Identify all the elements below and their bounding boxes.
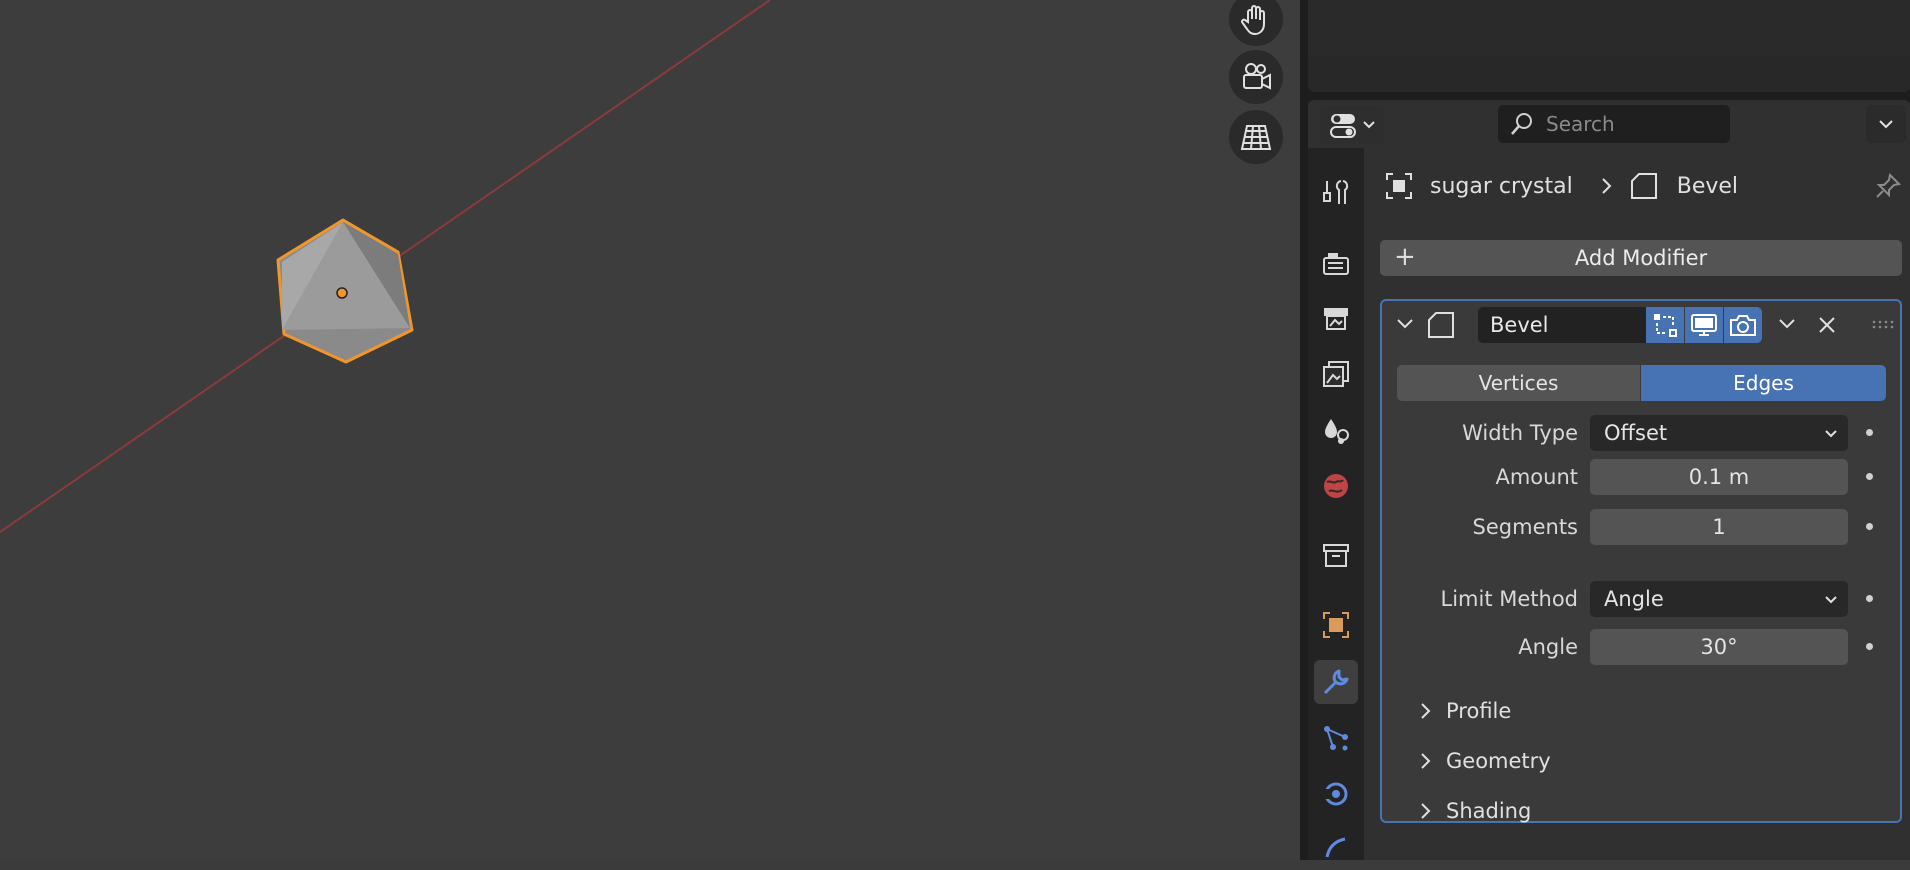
modifier-name-field[interactable]: Bevel: [1478, 307, 1646, 343]
shading-label: Shading: [1446, 799, 1532, 823]
modifier-properties: sugar crystal Bevel + Add Modifier Bevel: [1364, 148, 1910, 860]
affect-vertices-button[interactable]: Vertices: [1397, 365, 1640, 401]
chevron-right-icon: [1602, 178, 1612, 194]
properties-tabs: [1308, 148, 1364, 860]
outliner-area: [1308, 0, 1910, 92]
amount-field[interactable]: 0.1 m: [1590, 459, 1848, 495]
collapse-chevron-icon[interactable]: [1396, 318, 1414, 330]
edit-mode-icon: [1654, 314, 1677, 337]
geometry-subpanel[interactable]: Geometry: [1420, 743, 1551, 779]
keyframe-dot[interactable]: [1866, 429, 1873, 436]
viewport-scene: [0, 0, 771, 533]
constraints-icon[interactable]: [1314, 826, 1358, 870]
view-layer-icon[interactable]: [1314, 352, 1358, 396]
area-divider[interactable]: [1300, 0, 1308, 860]
bevel-modifier-icon: [1630, 173, 1657, 199]
properties-editor: sugar crystal Bevel + Add Modifier Bevel: [1308, 0, 1910, 860]
segments-field[interactable]: 1: [1590, 509, 1848, 545]
world-icon[interactable]: [1314, 464, 1358, 508]
grid-icon[interactable]: [1229, 110, 1283, 164]
camera-icon[interactable]: [1229, 50, 1283, 104]
origin-point: [336, 287, 348, 299]
profile-label: Profile: [1446, 699, 1512, 723]
breadcrumb-object-name: sugar crystal: [1430, 173, 1573, 199]
collection-icon[interactable]: [1314, 533, 1358, 577]
object-icon[interactable]: [1314, 603, 1358, 647]
amount-label: Amount: [1495, 465, 1578, 489]
width-type-dropdown[interactable]: Offset: [1590, 415, 1848, 451]
object-icon: [1386, 173, 1412, 199]
search-icon: [1511, 113, 1532, 135]
render-toggle[interactable]: [1724, 307, 1762, 343]
output-icon[interactable]: [1314, 296, 1358, 340]
affect-edges-button[interactable]: Edges: [1641, 365, 1886, 401]
shading-subpanel[interactable]: Shading: [1420, 793, 1531, 829]
chevron-down-icon[interactable]: [1778, 318, 1796, 330]
sugar-crystal-object[interactable]: [276, 218, 414, 364]
3d-viewport[interactable]: [0, 0, 1300, 860]
width-type-value: Offset: [1604, 421, 1668, 445]
angle-field[interactable]: 30°: [1590, 629, 1848, 665]
limit-method-label: Limit Method: [1440, 587, 1579, 611]
edit-mode-toggle[interactable]: [1646, 307, 1684, 343]
plus-icon: +: [1394, 242, 1416, 272]
search-input[interactable]: [1544, 111, 1708, 137]
monitor-icon: [1691, 314, 1717, 336]
keyframe-dot[interactable]: [1866, 595, 1873, 602]
chevron-down-icon: [1879, 119, 1893, 128]
tool-icon[interactable]: [1314, 170, 1358, 214]
viewport-toggle[interactable]: [1685, 307, 1723, 343]
chevron-down-icon: [1363, 121, 1375, 129]
profile-subpanel[interactable]: Profile: [1420, 693, 1511, 729]
options-dropdown-button[interactable]: [1866, 105, 1906, 143]
close-icon[interactable]: [1818, 316, 1836, 334]
chevron-down-icon: [1825, 430, 1837, 438]
search-field[interactable]: [1498, 105, 1730, 143]
chevron-right-icon: [1421, 753, 1431, 769]
render-icon[interactable]: [1314, 241, 1358, 285]
add-modifier-label: Add Modifier: [1574, 246, 1708, 270]
breadcrumb: sugar crystal Bevel: [1364, 148, 1910, 224]
toggle-icon: [1330, 114, 1356, 138]
keyframe-dot[interactable]: [1866, 523, 1873, 530]
segments-label: Segments: [1472, 515, 1578, 539]
pin-icon[interactable]: [1874, 172, 1902, 200]
bevel-modifier-icon: [1428, 312, 1454, 338]
limit-method-value: Angle: [1604, 587, 1664, 611]
limit-method-dropdown[interactable]: Angle: [1590, 581, 1848, 617]
properties-header: [1308, 100, 1910, 148]
keyframe-dot[interactable]: [1866, 643, 1873, 650]
chevron-down-icon: [1825, 596, 1837, 604]
modifier-icon[interactable]: [1314, 660, 1358, 704]
keyframe-dot[interactable]: [1866, 473, 1873, 480]
width-type-label: Width Type: [1462, 421, 1578, 445]
angle-label: Angle: [1518, 635, 1578, 659]
chevron-right-icon: [1421, 703, 1431, 719]
chevron-right-icon: [1421, 803, 1431, 819]
physics-icon[interactable]: [1314, 772, 1358, 816]
breadcrumb-modifier-name: Bevel: [1676, 173, 1739, 199]
bevel-modifier-panel: Bevel Vertices Edges Width Type Offset A…: [1380, 299, 1902, 823]
scene-icon[interactable]: [1314, 408, 1358, 452]
particles-icon[interactable]: [1314, 716, 1358, 760]
geometry-label: Geometry: [1446, 749, 1551, 773]
camera-icon: [1730, 315, 1756, 336]
editor-type-button[interactable]: [1320, 106, 1384, 144]
add-modifier-button[interactable]: + Add Modifier: [1380, 240, 1902, 276]
drag-handle-icon[interactable]: [1872, 320, 1896, 330]
